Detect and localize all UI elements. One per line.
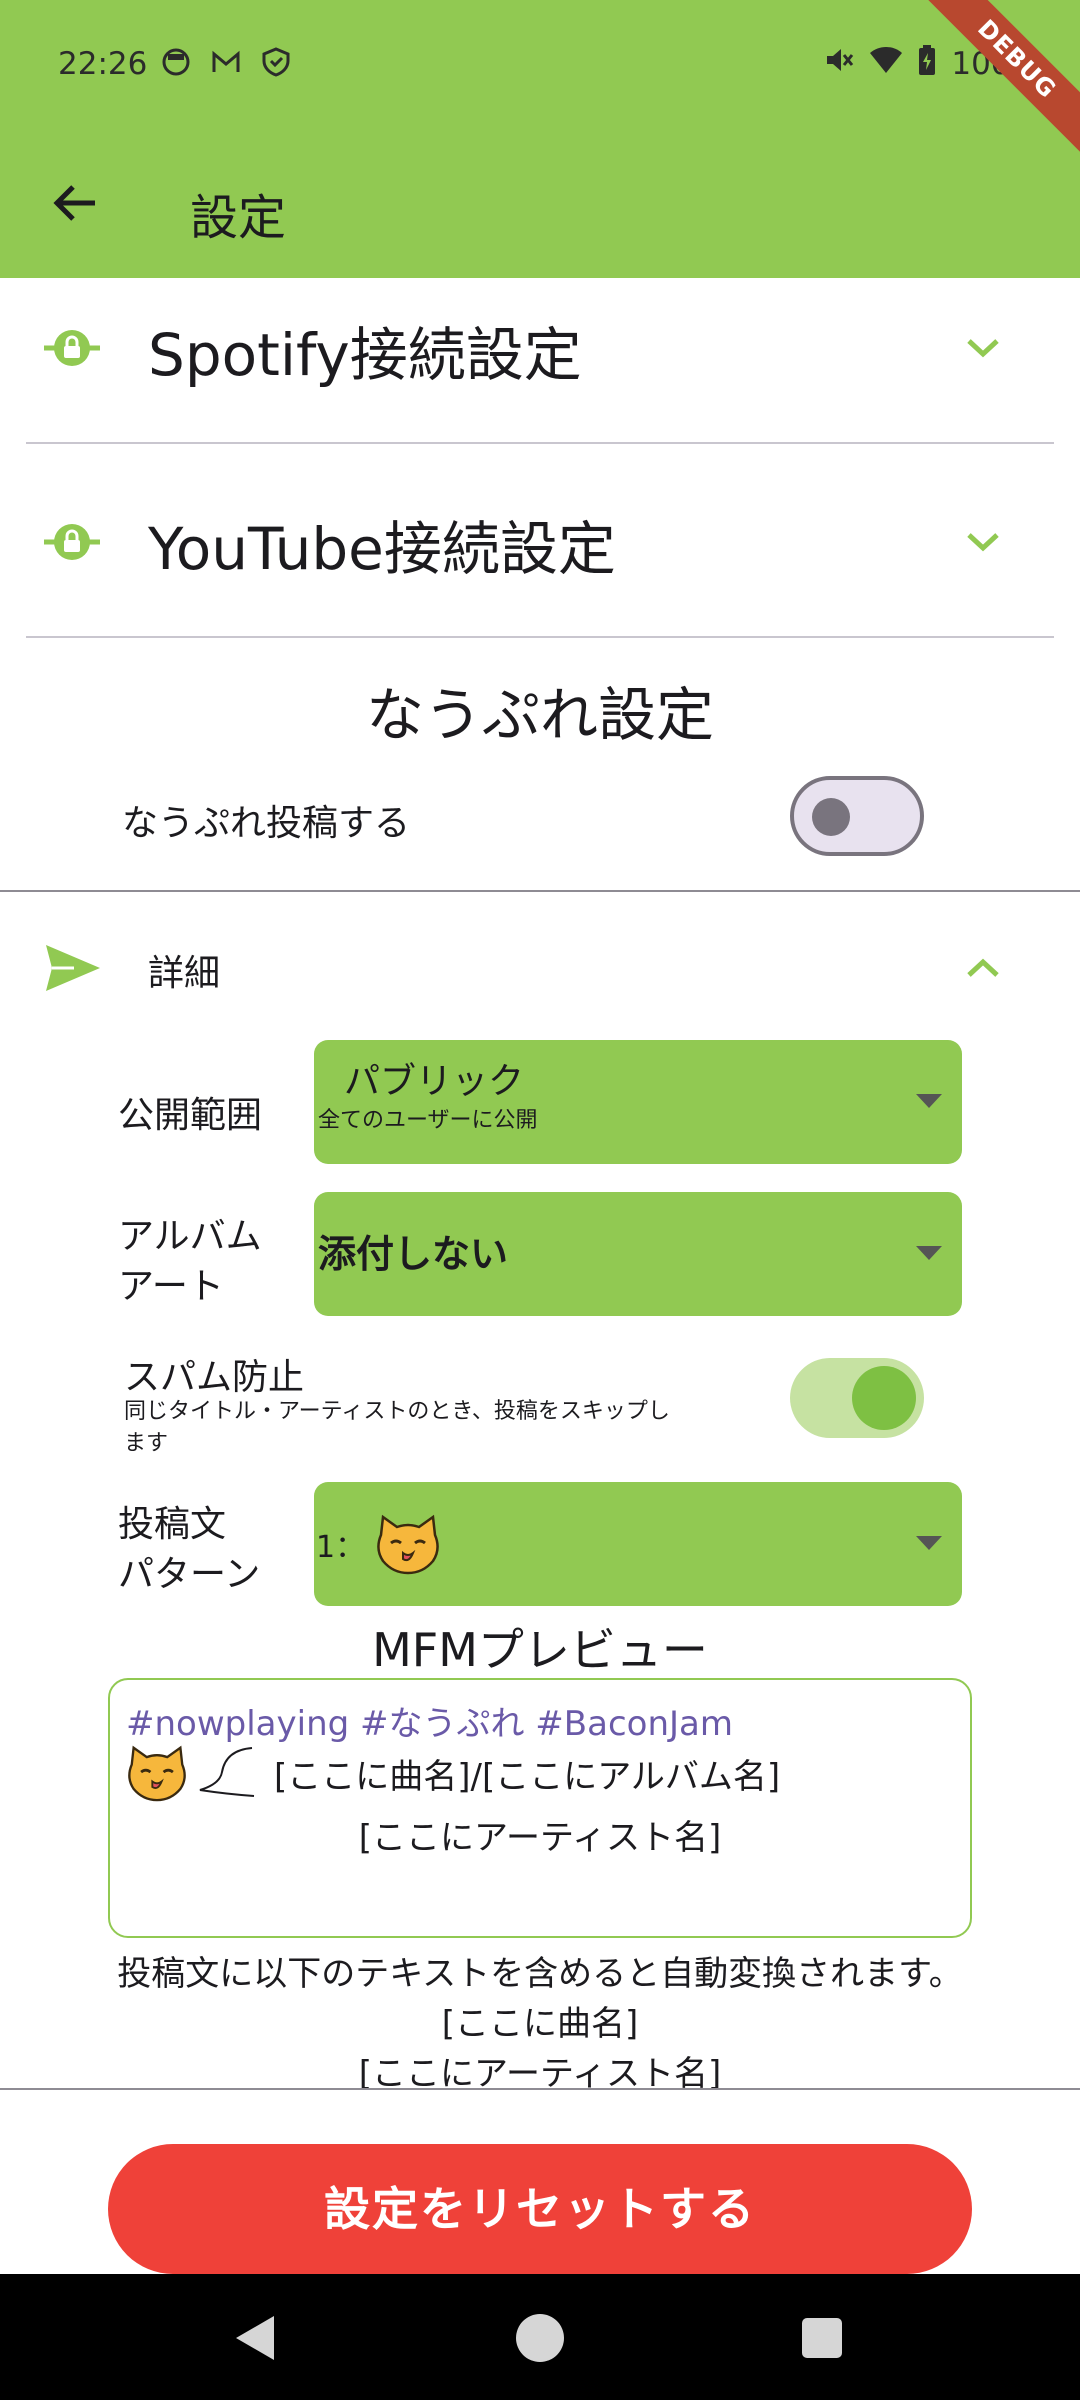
mfm-preview-title: MFMプレビュー xyxy=(372,1623,708,1677)
nav-home-icon[interactable] xyxy=(516,2314,564,2362)
system-nav-bar xyxy=(0,2274,1080,2400)
status-notification-icons xyxy=(160,46,292,78)
album-art-dropdown[interactable]: 添付しない xyxy=(314,1192,962,1316)
mute-icon xyxy=(823,44,855,84)
gmail-icon xyxy=(210,46,242,78)
divider xyxy=(0,2088,1080,2090)
nav-recents-icon[interactable] xyxy=(802,2318,842,2358)
spam-prevention-label: スパム防止 xyxy=(124,1357,305,1398)
visibility-value: パブリック xyxy=(344,1061,525,1102)
visibility-label: 公開範囲 xyxy=(118,1095,263,1136)
spam-prevention-description: 同じタイトル・アーティストのとき、投稿をスキップし ます xyxy=(124,1399,670,1456)
face-icon xyxy=(160,46,192,78)
page-title: 設定 xyxy=(190,190,287,246)
album-art-label: アルバム アート xyxy=(118,1216,262,1307)
preview-song-line: [ここに曲名]/[ここにアルバム名] xyxy=(124,1744,780,1802)
lock-icon xyxy=(44,514,100,574)
preview-song-text: [ここに曲名]/[ここにアルバム名] xyxy=(274,1756,781,1797)
post-pattern-value: 1： xyxy=(316,1482,443,1606)
wifi-icon xyxy=(869,45,903,83)
spotify-settings-label: Spotify接続設定 xyxy=(148,321,582,389)
youtube-settings-tile[interactable]: YouTube接続設定 xyxy=(0,484,1080,604)
details-tile[interactable]: 詳細 xyxy=(0,910,1080,1030)
chevron-down-icon xyxy=(966,338,1000,362)
nowplaying-section-title: なうぷれ設定 xyxy=(365,681,714,749)
reset-settings-button[interactable]: 設定をリセットする xyxy=(108,2144,972,2274)
battery-icon xyxy=(917,44,937,84)
mfm-preview-box: #nowplaying #なうぷれ #BaconJam [ここに曲名]/[ここに… xyxy=(108,1678,972,1938)
album-art-value: 添付しない xyxy=(318,1232,509,1276)
divider xyxy=(26,636,1054,638)
dropdown-arrow-icon xyxy=(916,1246,942,1260)
cat-emoji-icon xyxy=(128,1745,186,1802)
spotify-settings-tile[interactable]: Spotify接続設定 xyxy=(0,290,1080,410)
speech-tail-icon xyxy=(199,1747,255,1797)
divider xyxy=(0,890,1080,892)
switch-knob xyxy=(812,798,850,836)
send-icon xyxy=(44,943,102,997)
arrow-back-icon xyxy=(53,185,95,221)
preview-artist-text: [ここにアーティスト名] xyxy=(358,1818,722,1858)
divider xyxy=(26,442,1054,444)
chevron-down-icon xyxy=(966,532,1000,556)
back-button[interactable] xyxy=(40,168,110,238)
post-pattern-label: 投稿文 パターン xyxy=(118,1504,261,1595)
app-bar: 22:26 100% DEBUG 設定 xyxy=(0,0,1080,278)
switch-knob xyxy=(852,1366,916,1430)
shield-icon xyxy=(260,46,292,78)
preview-hashtags: #nowplaying #なうぷれ #BaconJam xyxy=(126,1704,733,1744)
dropdown-arrow-icon xyxy=(916,1094,942,1108)
visibility-description: 全てのユーザーに公開 xyxy=(318,1108,538,1133)
dropdown-arrow-icon xyxy=(916,1536,942,1550)
nav-back-icon[interactable] xyxy=(236,2316,274,2360)
nowplaying-post-switch[interactable] xyxy=(790,776,924,856)
help-text: 投稿文に以下のテキストを含めると自動変換されます。 xyxy=(117,1954,963,1994)
details-label: 詳細 xyxy=(148,953,221,994)
cat-emoji-icon xyxy=(377,1514,439,1575)
post-pattern-dropdown[interactable]: 1： xyxy=(314,1482,962,1606)
nowplaying-post-label: なうぷれ投稿する xyxy=(122,803,411,844)
chevron-up-icon xyxy=(966,958,1000,982)
lock-icon xyxy=(44,320,100,380)
spam-prevention-switch[interactable] xyxy=(790,1358,924,1438)
help-placeholder-song: [ここに曲名] xyxy=(441,2004,639,2044)
youtube-settings-label: YouTube接続設定 xyxy=(148,515,616,583)
visibility-dropdown[interactable]: パブリック 全てのユーザーに公開 xyxy=(314,1040,962,1164)
status-time: 22:26 xyxy=(58,46,148,82)
